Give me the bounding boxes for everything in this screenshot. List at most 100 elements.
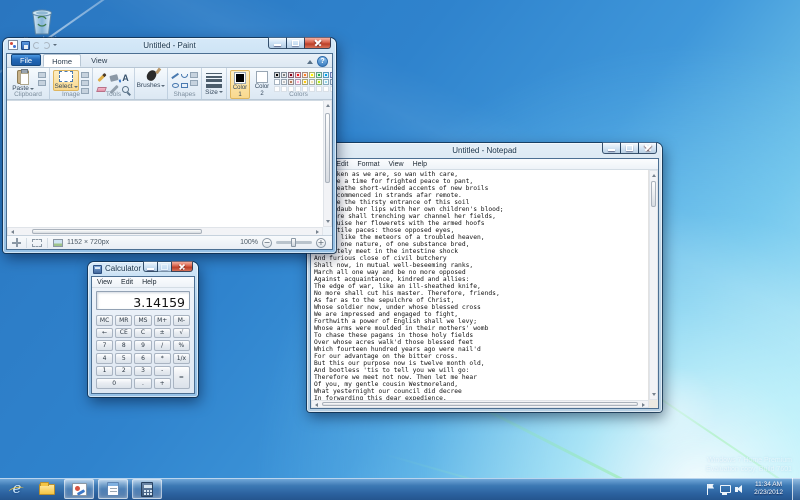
text-tool[interactable]: A	[120, 72, 131, 83]
palette-color-swatch[interactable]	[330, 72, 333, 78]
network-icon[interactable]	[720, 484, 730, 495]
calculator-close-button[interactable]	[171, 261, 193, 272]
calc-key-equals[interactable]: =	[173, 366, 190, 389]
notepad-minimize-button[interactable]	[602, 142, 621, 154]
palette-color-swatch[interactable]	[288, 79, 294, 85]
calculator-window[interactable]: Calculator ViewEditHelp 3.14159 MCMRMSM+…	[88, 262, 198, 397]
taskbar[interactable]: e 11:34 AM 2/23/2012	[0, 478, 800, 500]
zoom-in-button[interactable]: +	[316, 238, 326, 248]
calc-key-memory-subtract[interactable]: M-	[173, 315, 190, 326]
taskbar-item-calculator[interactable]	[132, 479, 162, 499]
palette-color-swatch[interactable]	[302, 79, 308, 85]
palette-color-swatch[interactable]	[295, 79, 301, 85]
calc-key-memory-add[interactable]: M+	[154, 315, 171, 326]
palette-color-swatch[interactable]	[274, 79, 280, 85]
shape-outline-icon[interactable]	[190, 72, 198, 78]
notepad-vscroll-thumb[interactable]	[651, 181, 656, 207]
calc-key-square-root[interactable]: √	[173, 328, 190, 339]
calc-key-digit-9[interactable]: 9	[134, 340, 151, 351]
palette-color-swatch[interactable]	[323, 79, 329, 85]
shape-fill-icon[interactable]	[190, 80, 198, 86]
calc-key-backspace[interactable]: ←	[96, 328, 113, 339]
calc-key-digit-4[interactable]: 4	[96, 353, 113, 364]
calc-key-subtract[interactable]: -	[154, 366, 171, 377]
palette-color-swatch[interactable]	[274, 72, 280, 78]
palette-color-swatch[interactable]	[309, 79, 315, 85]
palette-color-swatch[interactable]	[316, 72, 322, 78]
calc-key-clear-entry[interactable]: CE	[115, 328, 132, 339]
palette-color-swatch[interactable]	[323, 72, 329, 78]
notepad-window[interactable]: Untitled - Notepad FileEditFormatViewHel…	[307, 143, 662, 412]
notepad-text-area[interactable]: So shaken as we are, so wan with care, F…	[311, 170, 649, 400]
cut-icon[interactable]	[38, 72, 46, 78]
paint-window[interactable]: Untitled - Paint File Home View ? Paste	[3, 38, 336, 253]
scroll-down-icon[interactable]	[326, 220, 330, 223]
minimize-ribbon-icon[interactable]	[307, 60, 313, 64]
notepad-horizontal-scrollbar[interactable]	[311, 400, 649, 408]
notepad-maximize-button[interactable]	[620, 142, 639, 154]
scroll-left-icon[interactable]	[315, 403, 318, 407]
calc-key-digit-2[interactable]: 2	[115, 366, 132, 377]
calc-key-clear[interactable]: C	[134, 328, 151, 339]
scroll-up-icon[interactable]	[326, 104, 330, 107]
brushes-button[interactable]: Brushes	[138, 70, 164, 89]
notepad-hscroll-thumb[interactable]	[322, 402, 638, 406]
notepad-menu-help[interactable]: Help	[413, 159, 427, 170]
notepad-menu-format[interactable]: Format	[357, 159, 379, 170]
palette-color-swatch[interactable]	[330, 79, 333, 85]
calculator-titlebar[interactable]: Calculator	[88, 262, 198, 276]
calc-key-memory-recall[interactable]: MR	[115, 315, 132, 326]
calc-key-digit-3[interactable]: 3	[134, 366, 151, 377]
calc-key-memory-clear[interactable]: MC	[96, 315, 113, 326]
fill-tool[interactable]	[108, 72, 119, 83]
paint-hscroll-thumb[interactable]	[32, 229, 202, 234]
calc-key-digit-5[interactable]: 5	[115, 353, 132, 364]
taskbar-item-notepad[interactable]	[98, 479, 128, 499]
palette-color-swatch[interactable]	[288, 72, 294, 78]
taskbar-item-windows-explorer[interactable]	[34, 479, 60, 499]
scroll-up-icon[interactable]	[652, 174, 656, 177]
palette-color-swatch[interactable]	[295, 72, 301, 78]
scroll-down-icon[interactable]	[652, 393, 656, 396]
zoom-out-button[interactable]: −	[262, 238, 272, 248]
scroll-right-icon[interactable]	[316, 230, 319, 234]
scroll-left-icon[interactable]	[11, 230, 14, 234]
paint-vscroll-thumb[interactable]	[325, 113, 330, 183]
notepad-menu-edit[interactable]: Edit	[336, 159, 348, 170]
calc-key-multiply[interactable]: *	[154, 353, 171, 364]
calc-key-digit-6[interactable]: 6	[134, 353, 151, 364]
calc-key-add[interactable]: +	[154, 378, 171, 389]
calculator-menu-view[interactable]: View	[97, 277, 112, 288]
palette-color-swatch[interactable]	[281, 79, 287, 85]
help-icon[interactable]: ?	[317, 56, 328, 67]
taskbar-clock[interactable]: 11:34 AM 2/23/2012	[750, 481, 787, 497]
calc-key-digit-1[interactable]: 1	[96, 366, 113, 377]
calc-key-digit-8[interactable]: 8	[115, 340, 132, 351]
pencil-tool[interactable]	[96, 72, 107, 83]
paint-close-button[interactable]	[304, 37, 331, 49]
paint-home-tab[interactable]: Home	[43, 54, 81, 67]
resize-icon[interactable]	[81, 80, 89, 86]
paint-view-tab[interactable]: View	[83, 54, 115, 67]
zoom-slider-thumb[interactable]	[291, 238, 296, 247]
calc-key-memory-store[interactable]: MS	[134, 315, 151, 326]
size-button[interactable]: Size	[205, 70, 223, 96]
paint-minimize-button[interactable]	[268, 37, 287, 49]
calculator-menu-edit[interactable]: Edit	[121, 277, 133, 288]
taskbar-item-paint[interactable]	[64, 479, 94, 499]
calc-key-reciprocal[interactable]: 1/x	[173, 353, 190, 364]
volume-icon[interactable]	[735, 484, 745, 495]
zoom-slider[interactable]	[276, 241, 312, 244]
calc-key-divide[interactable]: /	[154, 340, 171, 351]
paint-file-tab[interactable]: File	[11, 54, 41, 66]
calc-key-decimal[interactable]: .	[134, 378, 151, 389]
system-tray[interactable]: 11:34 AM 2/23/2012	[705, 478, 800, 500]
action-center-icon[interactable]	[705, 484, 715, 495]
palette-color-swatch[interactable]	[309, 72, 315, 78]
notepad-close-button[interactable]	[638, 142, 657, 154]
paint-titlebar[interactable]: Untitled - Paint	[3, 38, 336, 53]
paste-button[interactable]: Paste	[10, 70, 36, 92]
paint-maximize-button[interactable]	[286, 37, 305, 49]
select-button[interactable]: Select	[53, 70, 79, 91]
palette-color-swatch[interactable]	[316, 79, 322, 85]
